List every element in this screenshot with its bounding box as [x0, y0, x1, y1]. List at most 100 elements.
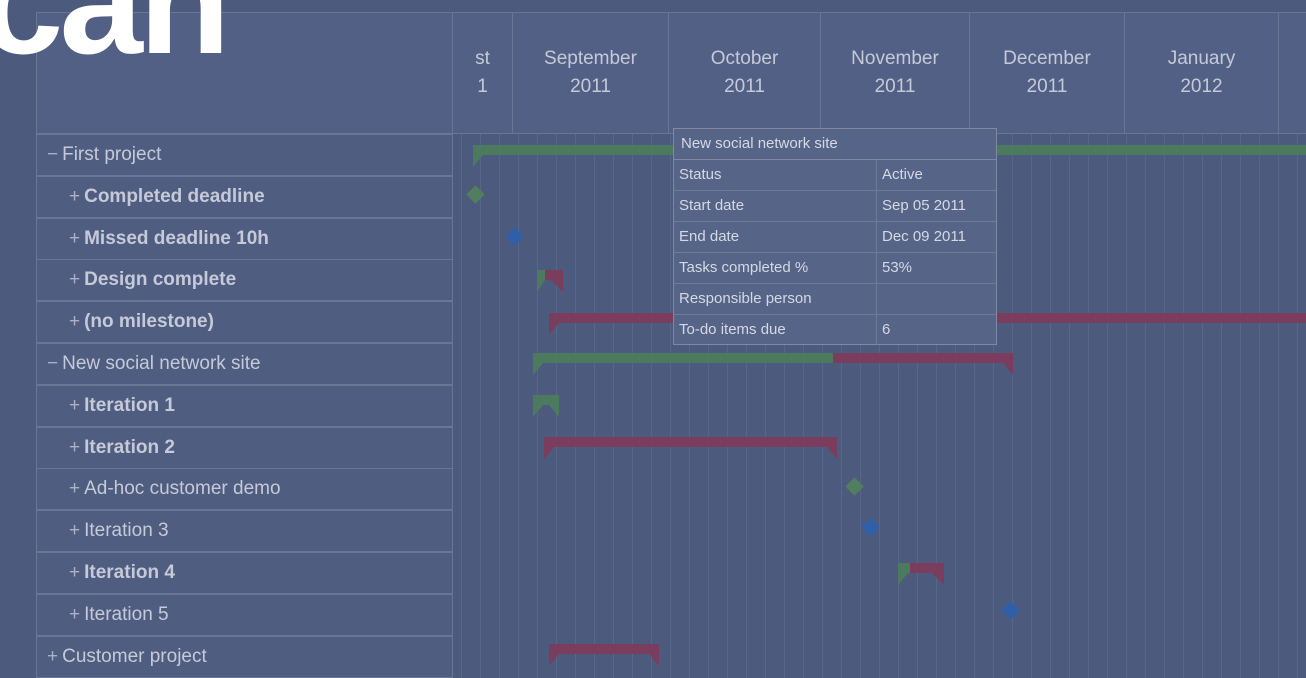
tooltip-value: 6 [882, 321, 891, 338]
task-tooltip: New social network site Status Active St… [673, 128, 997, 345]
task-label: Iteration 2 [84, 436, 175, 458]
tooltip-row: Responsible person [674, 284, 996, 315]
task-label: Completed deadline [84, 185, 265, 207]
month-name: December [1003, 48, 1091, 69]
tooltip-value: Dec 09 2011 [882, 228, 966, 245]
tooltip-key: Start date [674, 191, 877, 221]
bar-cap [533, 363, 543, 375]
month-name: September [544, 48, 637, 69]
month-year: 2011 [1026, 76, 1068, 97]
tooltip-row: To-do items due 6 [674, 315, 996, 345]
task-row[interactable]: + Iteration 4 [36, 552, 453, 594]
grid-line [499, 134, 500, 678]
tooltip-value [877, 284, 996, 314]
month-year: 2012 [1180, 76, 1223, 97]
grid-line [1050, 134, 1051, 678]
tooltip-key: To-do items due [674, 315, 877, 345]
task-label: Ad-hoc customer demo [84, 478, 281, 500]
tooltip-title: New social network site [674, 129, 996, 160]
bar-iteration-2[interactable] [544, 437, 837, 447]
task-row[interactable]: + (no milestone) [36, 301, 453, 344]
summary-bar-cap [473, 155, 483, 167]
task-label: Iteration 1 [84, 394, 175, 416]
collapse-icon[interactable]: − [47, 144, 58, 166]
grid-line [651, 134, 652, 678]
expand-icon[interactable]: + [69, 478, 80, 500]
summary-bar-customer-project[interactable] [549, 644, 659, 654]
grid-line [575, 134, 576, 678]
task-row[interactable]: + Iteration 1 [36, 384, 453, 427]
expand-icon[interactable]: + [69, 186, 80, 208]
grid-line [480, 134, 481, 678]
month-next [1278, 13, 1306, 133]
task-list-panel: − First project + Completed deadline + Missed… [36, 12, 453, 678]
expand-icon[interactable]: + [69, 269, 80, 291]
month-december: December 2011 [969, 13, 1124, 133]
task-row[interactable]: + Iteration 5 [36, 593, 453, 636]
expand-icon[interactable]: + [47, 646, 58, 668]
task-label: Iteration 3 [84, 520, 169, 542]
grid-line [632, 134, 633, 678]
grid-line [1183, 134, 1184, 678]
month-year: 2011 [570, 76, 611, 97]
task-row[interactable]: + Iteration 2 [36, 426, 453, 469]
bar-cap [544, 447, 554, 459]
grid-line [1126, 134, 1127, 678]
grid-line [1088, 134, 1089, 678]
task-label: Iteration 4 [84, 562, 175, 583]
month-january: January 2012 [1124, 13, 1278, 133]
month-october: October 2011 [668, 13, 820, 133]
month-year: 1 [477, 76, 488, 97]
grid-line [594, 134, 595, 678]
grid-line [613, 134, 614, 678]
bar-cap [549, 654, 559, 666]
expand-icon[interactable]: + [69, 562, 80, 584]
overlay-headline: can [0, 0, 230, 85]
timeline-header: st 1 September 2011 October 2011 Novembe… [452, 12, 1306, 134]
grid-line [1164, 134, 1165, 678]
task-row[interactable]: + Ad-hoc customer demo [36, 468, 453, 511]
expand-icon[interactable]: + [69, 395, 80, 417]
task-label: Iteration 5 [84, 603, 169, 625]
month-year: 2011 [724, 76, 765, 97]
bar-cap [1003, 363, 1013, 375]
grid-line [670, 134, 671, 678]
tooltip-value: Active [882, 166, 923, 183]
summary-bar-social-network-done[interactable] [533, 353, 833, 363]
expand-icon[interactable]: + [69, 437, 80, 459]
month-name: January [1167, 48, 1236, 69]
collapse-icon[interactable]: − [47, 353, 58, 375]
tooltip-key: Status [674, 160, 877, 190]
month-november: November 2011 [820, 13, 969, 133]
bar-cap [649, 654, 659, 666]
expand-icon[interactable]: + [69, 604, 80, 626]
task-row[interactable]: − New social network site [36, 343, 453, 385]
expand-icon[interactable]: + [69, 311, 80, 333]
tooltip-row: Tasks completed % 53% [674, 253, 996, 284]
task-row[interactable]: + Iteration 3 [36, 510, 453, 553]
grid-line [1031, 134, 1032, 678]
bar-cap [549, 323, 559, 335]
task-label: New social network site [62, 353, 261, 374]
task-row[interactable]: − First project [36, 134, 453, 176]
month-august: st 1 [452, 13, 512, 133]
task-row[interactable]: + Customer project [36, 635, 453, 678]
task-row[interactable]: + Design complete [36, 259, 453, 302]
expand-icon[interactable]: + [69, 520, 80, 542]
grid-line [1107, 134, 1108, 678]
task-row[interactable]: + Missed deadline 10h [36, 217, 453, 260]
bar-cap [827, 447, 837, 459]
tooltip-key: Tasks completed % [674, 253, 877, 283]
summary-bar-social-network-remaining[interactable] [833, 353, 1013, 363]
bar-iteration-1[interactable] [533, 395, 559, 419]
tooltip-row: Start date Sep 05 2011 [674, 191, 996, 222]
grid-line [1240, 134, 1241, 678]
grid-line [1069, 134, 1070, 678]
task-label: Customer project [62, 645, 207, 667]
expand-icon[interactable]: + [69, 228, 80, 250]
task-label: Design complete [84, 269, 237, 291]
bar-iteration-4[interactable] [898, 563, 944, 587]
grid-line [1221, 134, 1222, 678]
task-row[interactable]: + Completed deadline [36, 175, 453, 218]
bar-design-complete[interactable] [537, 270, 563, 294]
